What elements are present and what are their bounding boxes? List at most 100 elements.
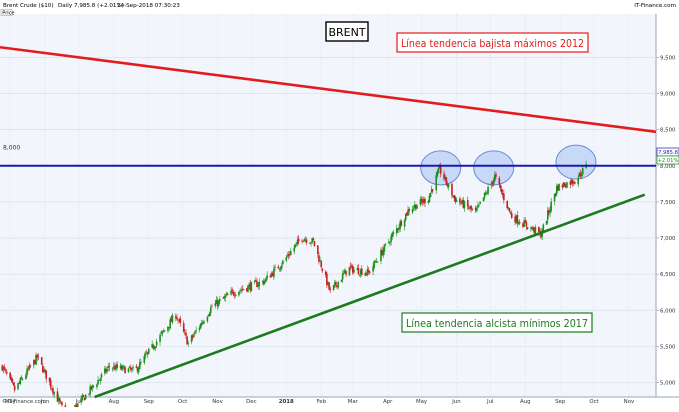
- candle-body: [123, 366, 125, 367]
- candle-body: [411, 209, 414, 213]
- candle-body: [475, 208, 478, 212]
- candle-body: [312, 238, 315, 241]
- candle-body: [445, 177, 448, 184]
- candle-body: [211, 306, 213, 308]
- candle-body: [234, 294, 237, 296]
- candle-body: [273, 268, 275, 278]
- candle-body: [353, 269, 355, 273]
- candle-body: [49, 380, 52, 388]
- candle-body: [13, 385, 16, 391]
- candle-body: [508, 208, 511, 212]
- candle-body: [226, 293, 229, 295]
- candle-body: [290, 251, 292, 255]
- month-label: Oct: [178, 399, 187, 405]
- candle-body: [526, 227, 529, 229]
- candle-body: [154, 346, 157, 349]
- candle-body: [277, 266, 280, 269]
- candle-body: [432, 189, 434, 191]
- candle-body: [328, 282, 330, 290]
- candle-body: [171, 315, 174, 323]
- candle-body: [97, 380, 99, 385]
- candle-body: [131, 368, 133, 371]
- candle-body: [128, 366, 131, 368]
- candle-body: [45, 370, 48, 379]
- candle-body: [193, 334, 195, 338]
- candle-body: [466, 200, 469, 207]
- price-tick-label: 5,500: [660, 344, 676, 350]
- candle-body: [187, 342, 190, 344]
- candle-body: [435, 175, 438, 191]
- candle-body: [416, 205, 418, 209]
- candle-body: [500, 188, 503, 193]
- candle-body: [194, 331, 196, 334]
- candle-body: [9, 372, 11, 379]
- candle-body: [542, 224, 545, 232]
- candle-body: [132, 366, 134, 369]
- price-tick-label: 7,500: [660, 200, 676, 206]
- candle-body: [477, 205, 479, 208]
- candle-body: [320, 261, 323, 268]
- price-tick-label: 9,500: [660, 55, 676, 61]
- candle-body: [179, 318, 182, 323]
- candle-body: [337, 281, 339, 288]
- candle-body: [499, 184, 502, 189]
- candle-body: [111, 368, 114, 370]
- candle-body: [366, 269, 369, 276]
- candle-body: [176, 317, 178, 320]
- candle-body: [280, 265, 283, 269]
- candle-body: [534, 227, 537, 234]
- interval-label: Daily: [58, 3, 73, 9]
- candle-body: [340, 279, 343, 282]
- candle-body: [3, 366, 6, 369]
- price-tick-label: 8,000: [660, 164, 676, 170]
- candle-body: [439, 165, 442, 174]
- month-label: Nov: [624, 399, 635, 405]
- candle-body: [138, 362, 141, 370]
- candle-body: [286, 255, 289, 257]
- candle-body: [53, 391, 55, 395]
- timestamp-label: 24-Sep-2018 07:30:23: [117, 3, 180, 9]
- candle-body: [437, 168, 440, 174]
- month-label: Sep: [144, 399, 155, 405]
- candle-body: [313, 240, 316, 246]
- candle-body: [231, 289, 233, 292]
- candle-body: [581, 168, 584, 175]
- candle-body: [159, 334, 161, 342]
- candle-body: [403, 220, 406, 227]
- price-tick-label: 9,000: [660, 91, 676, 97]
- bear-annotation-text: Línea tendencia bajista máximos 2012: [401, 37, 584, 50]
- candle-body: [106, 368, 108, 372]
- candle-body: [11, 378, 14, 383]
- candle-body: [206, 316, 209, 322]
- candle-body: [240, 289, 243, 291]
- candle-body: [230, 290, 232, 295]
- candle-body: [238, 291, 240, 296]
- candle-body: [4, 369, 7, 371]
- month-label: Aug: [520, 399, 531, 405]
- candle-body: [282, 260, 284, 265]
- candle-body: [224, 296, 227, 298]
- candle-body: [285, 257, 288, 261]
- candle-body: [348, 267, 351, 276]
- candle-body: [550, 201, 552, 211]
- candle-body: [516, 215, 519, 224]
- candle-body: [358, 274, 361, 276]
- candle-body: [345, 270, 347, 275]
- candle-body: [5, 371, 8, 374]
- candle-body: [143, 356, 146, 363]
- candle-body: [76, 403, 79, 409]
- candle-body: [203, 321, 205, 323]
- watermark: ©IT-Finance.com: [2, 398, 46, 405]
- candle-body: [384, 243, 387, 245]
- candle-body: [470, 205, 472, 210]
- level-label: 8,000: [3, 145, 20, 152]
- candle-body: [459, 198, 461, 203]
- candle-body: [510, 213, 513, 218]
- candle-body: [537, 226, 540, 232]
- price-tick-label: 5,000: [660, 381, 676, 387]
- chart-frame: 5,000 5,500 6,000 6,500 7,000 7,500 8,000 8,500…: [0, 0, 679, 412]
- month-label: Apr: [383, 399, 393, 405]
- candle-body: [451, 183, 453, 196]
- candle-body: [317, 245, 319, 255]
- candle-body: [478, 204, 480, 206]
